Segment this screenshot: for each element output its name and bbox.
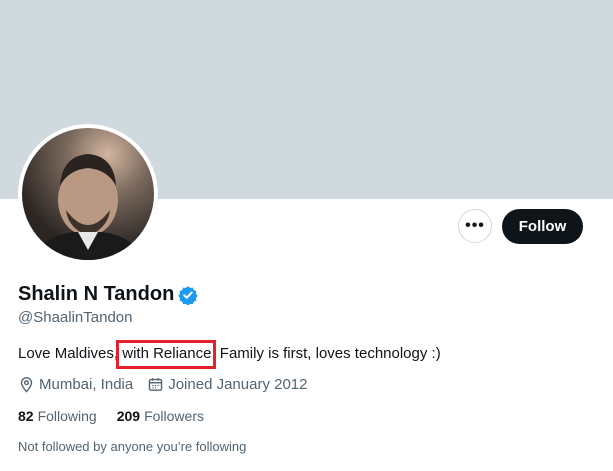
followers-link[interactable]: 209 Followers <box>117 408 204 424</box>
avatar-photo <box>22 128 154 260</box>
display-name: Shalin N Tandon <box>18 283 175 305</box>
calendar-icon <box>148 378 163 391</box>
more-options-icon: ••• <box>465 217 485 234</box>
following-link[interactable]: 82 Following <box>18 408 97 424</box>
follow-stats: 82 Following 209 Followers <box>18 408 224 424</box>
name-row: Shalin N Tandon <box>18 283 198 306</box>
joined-text: Joined January 2012 <box>168 376 308 393</box>
bio-text-end: Family is first, loves technology :) <box>219 345 441 362</box>
location-pin-icon <box>20 377 33 393</box>
bio: Love Maldives, with Reliance, Family is … <box>18 345 441 362</box>
follow-button-label: Follow <box>518 218 567 235</box>
followers-label: Followers <box>144 408 204 424</box>
verified-badge-icon[interactable] <box>178 285 198 305</box>
follow-button[interactable]: Follow <box>502 209 583 244</box>
location-item: Mumbai, India <box>18 376 133 393</box>
avatar[interactable] <box>18 124 158 264</box>
following-count: 82 <box>18 408 34 424</box>
followers-count: 209 <box>116 408 141 424</box>
followed-by-note: Not followed by anyone you’re following <box>18 439 247 454</box>
bio-text-start: Love Maldives, <box>18 345 119 362</box>
more-options-button[interactable]: ••• <box>458 209 492 243</box>
highlight-annotation-box <box>116 340 216 369</box>
user-handle: @ShaalinTandon <box>18 309 133 326</box>
location-text: Mumbai, India <box>39 376 134 393</box>
joined-item: Joined January 2012 <box>147 376 308 393</box>
profile-meta: Mumbai, India Joined January 2012 <box>18 376 308 393</box>
following-label: Following <box>37 408 97 424</box>
